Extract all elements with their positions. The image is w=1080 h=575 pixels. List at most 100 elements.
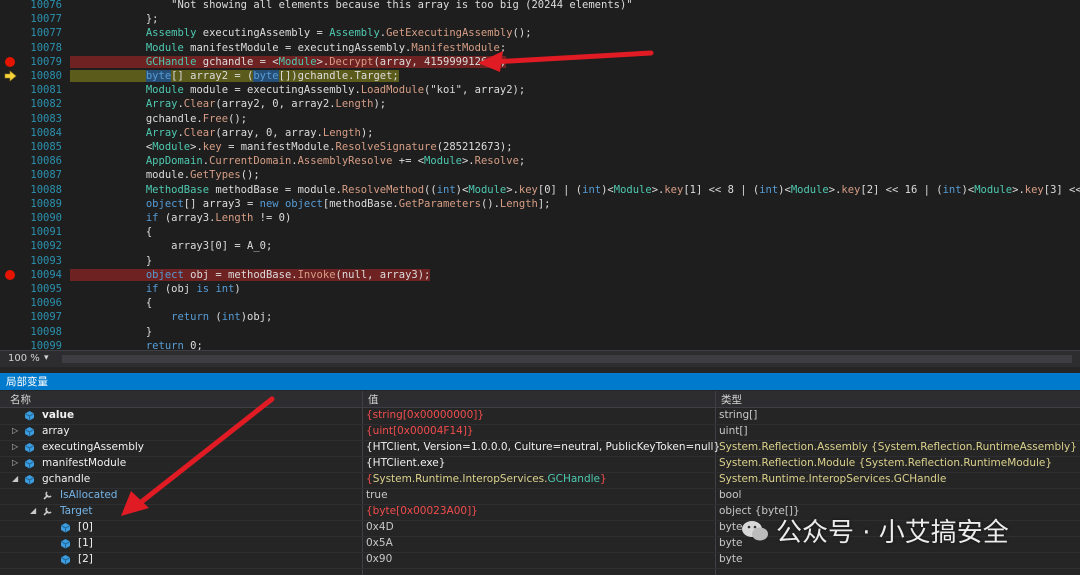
code-line[interactable]: 10080 byte[] array2 = (byte[])gchandle.T… <box>0 69 1080 83</box>
locals-row-IsAllocated[interactable]: IsAllocated true bool <box>0 488 1080 505</box>
expand-icon[interactable]: ▷ <box>12 442 20 452</box>
breakpoint-gutter[interactable] <box>0 41 22 55</box>
breakpoint-gutter[interactable] <box>0 254 22 268</box>
code-text[interactable]: Module manifestModule = executingAssembl… <box>70 41 506 55</box>
collapse-icon[interactable]: ◢ <box>30 506 38 516</box>
code-text[interactable]: }; <box>70 12 159 26</box>
code-line[interactable]: 10087 module.GetTypes(); <box>0 168 1080 182</box>
breakpoint-gutter[interactable] <box>0 296 22 310</box>
code-text[interactable]: <Module>.key = manifestModule.ResolveSig… <box>70 140 513 154</box>
zoom-level[interactable]: 100 % <box>8 353 40 364</box>
code-text[interactable]: return 0; <box>70 339 203 350</box>
code-text[interactable]: object[] array3 = new object[methodBase.… <box>70 197 551 211</box>
locals-row-manifestModule[interactable]: ▷ manifestModule {HTClient.exe} System.Refl… <box>0 456 1080 473</box>
breakpoint-gutter[interactable] <box>0 55 22 69</box>
expand-icon[interactable]: ▷ <box>12 458 20 468</box>
code-line[interactable]: 10096 { <box>0 296 1080 310</box>
expand-icon[interactable]: ▷ <box>12 426 20 436</box>
code-line[interactable]: 10077 }; <box>0 12 1080 26</box>
code-text[interactable]: if (array3.Length != 0) <box>70 211 291 225</box>
collapse-icon[interactable]: ◢ <box>12 474 20 484</box>
code-text[interactable]: Module module = executingAssembly.LoadMo… <box>70 83 525 97</box>
code-line[interactable]: 10078 Module manifestModule = executingA… <box>0 41 1080 55</box>
local-value[interactable]: {HTClient, Version=1.0.0.0, Culture=neut… <box>366 441 720 453</box>
breakpoint-gutter[interactable] <box>0 26 22 40</box>
breakpoint-gutter[interactable] <box>0 310 22 324</box>
breakpoint-gutter[interactable] <box>0 69 22 83</box>
local-value[interactable]: 0x90 <box>366 553 392 565</box>
code-line[interactable]: 10089 object[] array3 = new object[metho… <box>0 197 1080 211</box>
code-text[interactable]: byte[] array2 = (byte[])gchandle.Target; <box>70 69 399 83</box>
local-value[interactable]: 0x4D <box>366 521 394 533</box>
breakpoint-gutter[interactable] <box>0 12 22 26</box>
code-line[interactable]: 10099 return 0; <box>0 339 1080 350</box>
code-line[interactable]: 10093 } <box>0 254 1080 268</box>
code-text[interactable]: array3[0] = A_0; <box>70 239 272 253</box>
code-line[interactable]: 10090 if (array3.Length != 0) <box>0 211 1080 225</box>
code-line[interactable]: 10076 "Not showing all elements because … <box>0 0 1080 12</box>
code-text[interactable]: Array.Clear(array, 0, array.Length); <box>70 126 374 140</box>
column-header-value[interactable]: 值 <box>368 392 379 407</box>
breakpoint-gutter[interactable] <box>0 225 22 239</box>
column-header-type[interactable]: 类型 <box>721 392 742 407</box>
code-line[interactable]: 10095 if (obj is int) <box>0 282 1080 296</box>
code-line[interactable]: 10094 object obj = methodBase.Invoke(nul… <box>0 268 1080 282</box>
breakpoint-gutter[interactable] <box>0 239 22 253</box>
code-line[interactable]: 10083 gchandle.Free(); <box>0 112 1080 126</box>
locals-panel-title-bar[interactable]: 局部变量 <box>0 373 1080 390</box>
breakpoint-icon[interactable] <box>5 56 15 67</box>
code-text[interactable]: if (obj is int) <box>70 282 241 296</box>
local-value[interactable]: {HTClient.exe} <box>366 457 445 469</box>
zoom-dropdown-icon[interactable]: ▾ <box>44 353 49 363</box>
breakpoint-gutter[interactable] <box>0 140 22 154</box>
breakpoint-gutter[interactable] <box>0 183 22 197</box>
code-text[interactable]: GCHandle gchandle = <Module>.Decrypt(arr… <box>70 55 507 69</box>
breakpoint-gutter[interactable] <box>0 211 22 225</box>
code-line[interactable]: 10097 return (int)obj; <box>0 310 1080 324</box>
code-line[interactable]: 10081 Module module = executingAssembly.… <box>0 83 1080 97</box>
local-value[interactable]: 0x5A <box>366 537 393 549</box>
breakpoint-gutter[interactable] <box>0 197 22 211</box>
local-value[interactable]: {uint[0x00004F14]} <box>366 425 474 437</box>
code-text[interactable]: module.GetTypes(); <box>70 168 260 182</box>
code-line[interactable]: 10088 MethodBase methodBase = module.Res… <box>0 183 1080 197</box>
code-text[interactable]: Assembly executingAssembly = Assembly.Ge… <box>70 26 532 40</box>
locals-row-array[interactable]: ▷ array {uint[0x00004F14]} uint[] <box>0 424 1080 441</box>
code-line[interactable]: 10084 Array.Clear(array, 0, array.Length… <box>0 126 1080 140</box>
code-text[interactable]: MethodBase methodBase = module.ResolveMe… <box>70 183 1080 197</box>
breakpoint-gutter[interactable] <box>0 154 22 168</box>
local-value[interactable]: {string[0x00000000]} <box>366 409 484 421</box>
local-value[interactable]: {byte[0x00023A00]} <box>366 505 478 517</box>
code-text[interactable]: AppDomain.CurrentDomain.AssemblyResolve … <box>70 154 525 168</box>
breakpoint-gutter[interactable] <box>0 325 22 339</box>
code-editor[interactable]: 10076 "Not showing all elements because … <box>0 0 1080 350</box>
breakpoint-gutter[interactable] <box>0 97 22 111</box>
breakpoint-gutter[interactable] <box>0 268 22 282</box>
local-value[interactable]: {System.Runtime.InteropServices.GCHandle… <box>366 473 607 485</box>
column-header-name[interactable]: 名称 <box>10 392 31 407</box>
code-text[interactable]: { <box>70 296 152 310</box>
code-line[interactable]: 10077 Assembly executingAssembly = Assem… <box>0 26 1080 40</box>
code-line[interactable]: 10085 <Module>.key = manifestModule.Reso… <box>0 140 1080 154</box>
breakpoint-gutter[interactable] <box>0 339 22 350</box>
code-text[interactable]: } <box>70 325 152 339</box>
breakpoint-gutter[interactable] <box>0 126 22 140</box>
code-text[interactable]: object obj = methodBase.Invoke(null, arr… <box>70 268 431 282</box>
code-text[interactable]: return (int)obj; <box>70 310 272 324</box>
locals-row-value[interactable]: value {string[0x00000000]} string[] <box>0 408 1080 425</box>
code-line[interactable]: 10098 } <box>0 325 1080 339</box>
code-line[interactable]: 10082 Array.Clear(array2, 0, array2.Leng… <box>0 97 1080 111</box>
breakpoint-gutter[interactable] <box>0 168 22 182</box>
locals-row-gchandle[interactable]: ◢ gchandle {System.Runtime.InteropServices… <box>0 472 1080 489</box>
code-text[interactable]: Array.Clear(array2, 0, array2.Length); <box>70 97 386 111</box>
code-line[interactable]: 10086 AppDomain.CurrentDomain.AssemblyRe… <box>0 154 1080 168</box>
code-line[interactable]: 10092 array3[0] = A_0; <box>0 239 1080 253</box>
code-line[interactable]: 10091 { <box>0 225 1080 239</box>
code-text[interactable]: } <box>70 254 152 268</box>
breakpoint-gutter[interactable] <box>0 112 22 126</box>
local-value[interactable]: true <box>366 489 388 501</box>
code-line[interactable]: 10079 GCHandle gchandle = <Module>.Decry… <box>0 55 1080 69</box>
horizontal-scrollbar[interactable] <box>62 355 1072 363</box>
locals-row-executingAssembly[interactable]: ▷ executingAssembly {HTClient, Version=1.0… <box>0 440 1080 457</box>
breakpoint-gutter[interactable] <box>0 0 22 12</box>
